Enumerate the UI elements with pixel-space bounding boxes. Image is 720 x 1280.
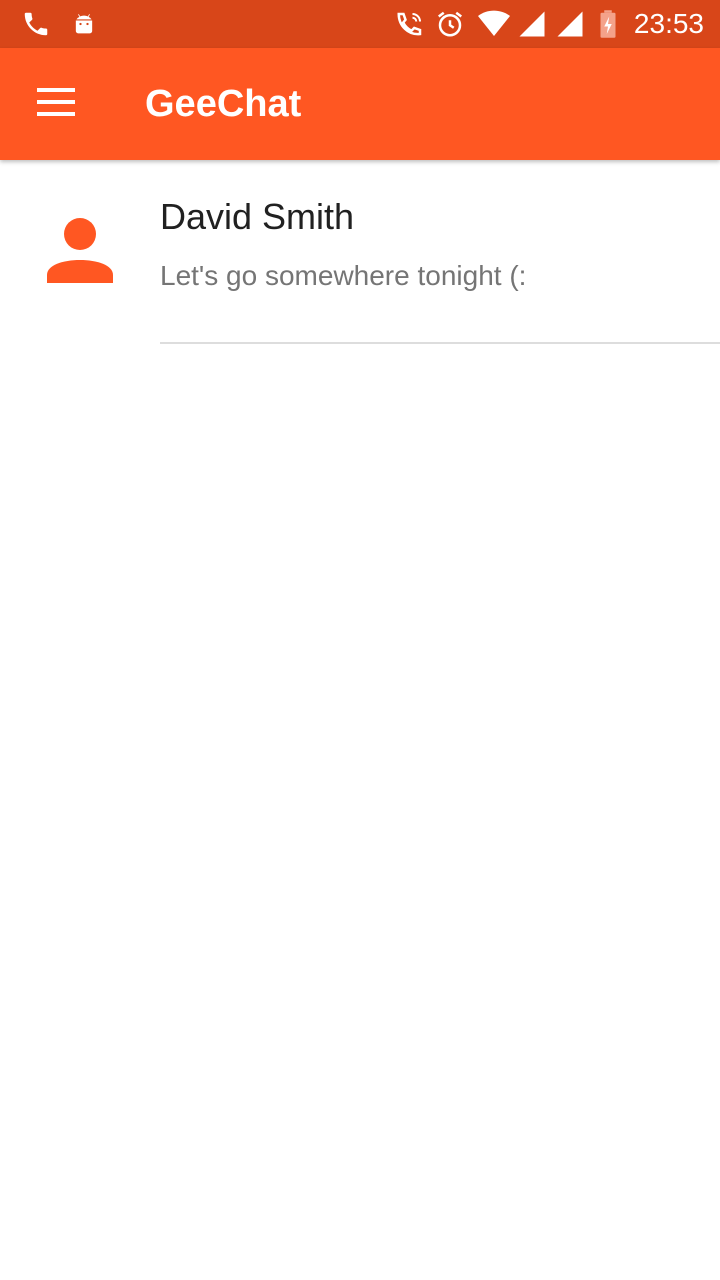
menu-icon (37, 87, 75, 121)
status-bar: 23:53 (0, 0, 720, 48)
menu-button[interactable] (20, 68, 92, 140)
divider (160, 342, 720, 344)
battery-charging-icon (592, 8, 624, 40)
android-icon (68, 8, 100, 40)
app-title: GeeChat (145, 82, 302, 125)
avatar (40, 212, 120, 292)
wifi-call-icon (394, 8, 426, 40)
message-preview: Let's go somewhere tonight (: (160, 260, 527, 291)
signal-icon (516, 8, 548, 40)
contact-name: David Smith (160, 196, 355, 237)
alarm-icon (434, 8, 466, 40)
chat-list: David Smith Let's go somewhere tonight (… (0, 160, 720, 344)
chat-list-item[interactable]: David Smith Let's go somewhere tonight (… (0, 160, 720, 344)
app-bar: GeeChat (0, 48, 720, 160)
status-time: 23:53 (633, 8, 704, 39)
wifi-icon (478, 8, 510, 40)
signal-icon (554, 8, 586, 40)
person-icon (47, 217, 113, 288)
phone-icon (20, 8, 52, 40)
